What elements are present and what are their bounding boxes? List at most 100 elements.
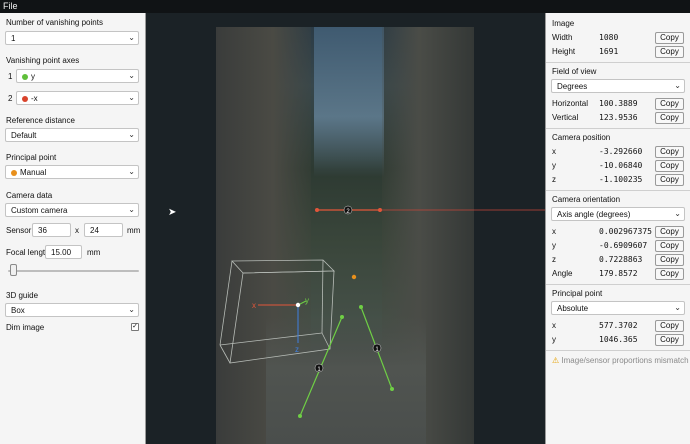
axis1-endpoint[interactable]	[390, 387, 394, 391]
copy-pos-y-button[interactable]: Copy	[655, 160, 684, 172]
width-label: Width	[552, 33, 573, 42]
sensor-height-input[interactable]: 24	[84, 223, 123, 237]
principal-point-value: Manual	[20, 168, 47, 177]
fov-unit-select[interactable]: Degrees ⌄	[551, 79, 685, 93]
copy-orient-y-button[interactable]: Copy	[655, 240, 684, 252]
copy-width-button[interactable]: Copy	[655, 32, 684, 44]
box-guide	[219, 259, 335, 364]
gizmo-y-label: y	[305, 296, 309, 305]
focal-length-input[interactable]: 15.00	[45, 245, 82, 259]
copy-height-button[interactable]: Copy	[655, 46, 684, 58]
axis1-endpoint[interactable]	[340, 315, 344, 319]
chevron-down-icon: ⌄	[674, 303, 681, 312]
orient-z-value: 0.7228863	[599, 255, 643, 264]
ref-distance-value: Default	[11, 131, 37, 140]
green-dot-icon	[22, 74, 28, 80]
pos-z-value: -1.100235	[599, 175, 643, 184]
box-edge	[219, 332, 323, 346]
axis1-endpoint[interactable]	[298, 414, 302, 418]
orient-x-label: x	[552, 227, 556, 236]
pos-y-label: y	[552, 161, 556, 170]
divider	[546, 284, 690, 285]
copy-pos-x-button[interactable]: Copy	[655, 146, 684, 158]
copy-orient-x-button[interactable]: Copy	[655, 226, 684, 238]
width-value: 1080	[599, 33, 619, 42]
warning-text: Image/sensor proportions mismatch	[561, 356, 689, 365]
focal-length-slider-track[interactable]	[8, 270, 139, 272]
dim-image-checkbox[interactable]: ✓	[131, 323, 139, 331]
camera-data-label: Camera data	[6, 191, 53, 200]
guide-overlay: 2 1 1 x y z	[219, 205, 545, 418]
vp-count-value: 1	[11, 34, 16, 43]
pos-z-label: z	[552, 175, 556, 184]
menu-file[interactable]: File	[3, 1, 18, 12]
horizontal-fov-label: Horizontal	[552, 99, 589, 108]
pp-x-value: 577.3702	[599, 321, 638, 330]
copy-pos-z-button[interactable]: Copy	[655, 174, 684, 186]
sensor-width-input[interactable]: 36	[32, 223, 71, 237]
guide-select[interactable]: Box ⌄	[5, 303, 139, 317]
mouse-cursor-icon: ➤	[168, 207, 177, 218]
principal-point-mode-value: Absolute	[557, 304, 589, 313]
divider	[546, 350, 690, 351]
sensor-width-value: 36	[38, 226, 47, 235]
sensor-height-value: 24	[90, 226, 99, 235]
orientation-mode-select[interactable]: Axis angle (degrees) ⌄	[551, 207, 685, 221]
principal-point-marker[interactable]	[351, 274, 357, 280]
fov-unit-value: Degrees	[557, 82, 588, 91]
axis1-value: y	[31, 72, 35, 81]
height-label: Height	[552, 47, 576, 56]
ref-distance-label: Reference distance	[6, 116, 75, 125]
axis2-endpoint-right[interactable]	[378, 208, 382, 212]
gizmo-origin[interactable]	[295, 302, 301, 308]
copy-pp-x-button[interactable]: Copy	[655, 320, 684, 332]
box-edge	[219, 344, 231, 364]
copy-orient-z-button[interactable]: Copy	[655, 254, 684, 266]
ref-distance-select[interactable]: Default ⌄	[5, 128, 139, 142]
vp-count-select[interactable]: 1 ⌄	[5, 31, 139, 45]
copy-pp-y-button[interactable]: Copy	[655, 334, 684, 346]
pos-x-value: -3.292660	[599, 147, 643, 156]
copy-vertical-fov-button[interactable]: Copy	[655, 112, 684, 124]
right-results-panel: Image Width 1080 Copy Height 1691 Copy F…	[545, 13, 690, 444]
camera-data-value: Custom camera	[11, 206, 68, 215]
axis2-index: 2	[8, 94, 13, 103]
focal-length-slider-thumb[interactable]	[10, 264, 18, 276]
chevron-down-icon: ⌄	[128, 305, 135, 314]
copy-angle-button[interactable]: Copy	[655, 268, 684, 280]
angle-label: Angle	[552, 269, 573, 278]
axis1-select[interactable]: y ⌄	[16, 69, 139, 83]
image-viewport[interactable]: 2 1 1 x y z ➤	[146, 13, 545, 444]
divider	[546, 128, 690, 129]
orient-z-label: z	[552, 255, 556, 264]
axis1-index: 1	[8, 72, 13, 81]
sensor-label: Sensor	[6, 226, 32, 235]
sensor-x-label: x	[75, 226, 79, 235]
axis1-endpoint[interactable]	[359, 305, 363, 309]
axis2-select[interactable]: -x ⌄	[16, 91, 139, 105]
focal-length-value: 15.00	[51, 248, 72, 257]
camera-data-select[interactable]: Custom camera ⌄	[5, 203, 139, 217]
height-value: 1691	[599, 47, 619, 56]
chevron-down-icon: ⌄	[128, 33, 135, 42]
focal-length-label: Focal length	[6, 248, 50, 257]
camera-position-title: Camera position	[552, 133, 611, 142]
chevron-down-icon: ⌄	[128, 93, 135, 102]
chevron-down-icon: ⌄	[674, 209, 681, 218]
orange-dot-icon	[11, 170, 17, 176]
copy-horizontal-fov-button[interactable]: Copy	[655, 98, 684, 110]
gizmo-x-label: x	[252, 301, 256, 310]
principal-point-select[interactable]: Manual ⌄	[5, 165, 139, 179]
proportions-warning: ⚠ Image/sensor proportions mismatch	[552, 356, 689, 366]
principal-point-label: Principal point	[6, 153, 57, 162]
principal-point-mode-select[interactable]: Absolute ⌄	[551, 301, 685, 315]
axis2-value: -x	[31, 94, 38, 103]
vertical-fov-label: Vertical	[552, 113, 579, 122]
axis2-endpoint-left[interactable]	[315, 208, 319, 212]
chevron-down-icon: ⌄	[128, 205, 135, 214]
pos-x-label: x	[552, 147, 556, 156]
orient-y-value: -0.6909607	[599, 241, 648, 250]
horizontal-fov-value: 100.3889	[599, 99, 638, 108]
chevron-down-icon: ⌄	[128, 167, 135, 176]
orientation-mode-value: Axis angle (degrees)	[557, 210, 631, 219]
